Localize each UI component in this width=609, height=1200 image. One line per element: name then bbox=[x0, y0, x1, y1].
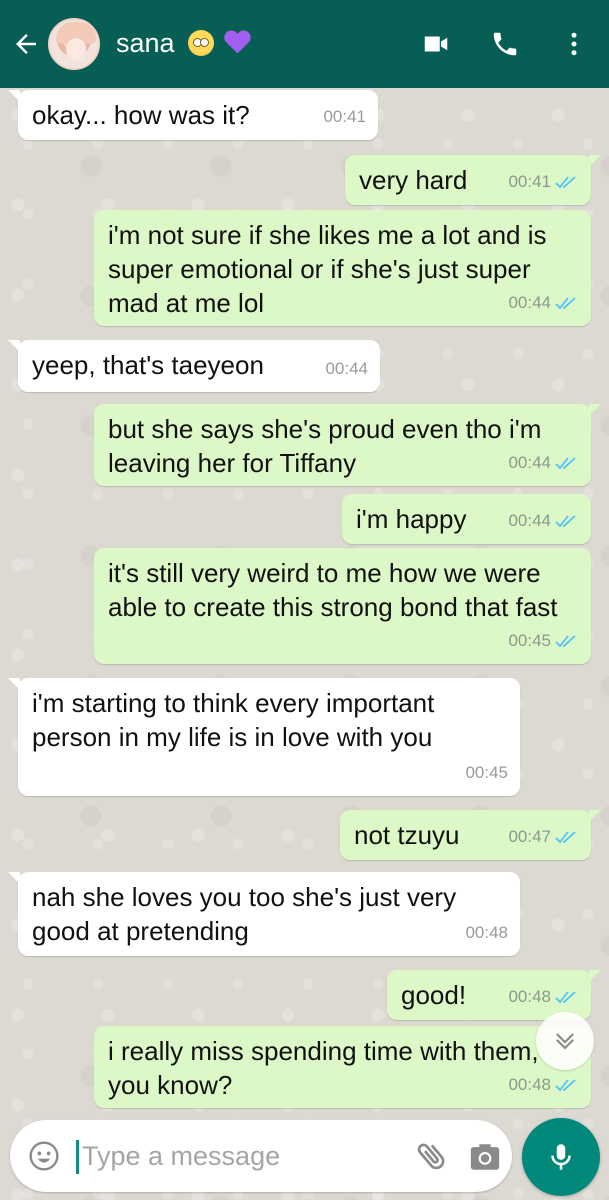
video-call-icon[interactable] bbox=[418, 26, 454, 62]
message-text: i really miss spending time with them, y… bbox=[108, 1036, 539, 1100]
message-meta: 00:44 bbox=[508, 286, 579, 320]
chat-header: sana bbox=[0, 0, 609, 88]
double-check-icon bbox=[555, 515, 576, 528]
outgoing-message[interactable]: i really miss spending time with them, y… bbox=[94, 1026, 591, 1108]
message-time: 00:44 bbox=[508, 453, 551, 472]
message-text: nah she loves you too she's just very go… bbox=[32, 882, 457, 946]
rolling-eyes-emoji-icon bbox=[188, 30, 215, 56]
text-cursor bbox=[76, 1140, 79, 1174]
double-chevron-down-icon bbox=[556, 1033, 574, 1050]
message-meta: 00:48 bbox=[508, 1068, 579, 1102]
message-meta: 00:44 bbox=[508, 446, 579, 480]
back-arrow-icon[interactable] bbox=[8, 26, 44, 62]
voice-call-icon[interactable] bbox=[487, 26, 523, 62]
incoming-message[interactable]: okay... how was it? 00:41 bbox=[8, 90, 378, 140]
microphone-icon bbox=[551, 1144, 571, 1170]
purple-heart-emoji-icon bbox=[224, 31, 250, 55]
message-time: 00:41 bbox=[323, 107, 366, 126]
message-text: i'm not sure if she likes me a lot and i… bbox=[108, 220, 547, 318]
message-text: yeep, that's taeyeon bbox=[32, 350, 264, 380]
incoming-message[interactable]: yeep, that's taeyeon 00:44 bbox=[8, 340, 380, 392]
message-text: it's still very weird to me how we were … bbox=[108, 558, 558, 622]
incoming-message[interactable]: nah she loves you too she's just very go… bbox=[8, 872, 520, 956]
double-check-icon bbox=[555, 297, 576, 310]
message-meta: 00:41 bbox=[508, 165, 579, 199]
incoming-message[interactable]: i'm starting to think every important pe… bbox=[8, 678, 520, 796]
outgoing-message[interactable]: very hard 00:41 bbox=[345, 155, 601, 205]
message-text: i'm starting to think every important pe… bbox=[32, 688, 435, 752]
message-time: 00:48 bbox=[465, 923, 508, 942]
message-time: 00:44 bbox=[508, 511, 551, 530]
more-options-icon[interactable] bbox=[556, 26, 592, 62]
message-input[interactable] bbox=[82, 1138, 402, 1174]
message-time: 00:44 bbox=[325, 359, 368, 378]
emoji-icon[interactable] bbox=[28, 1140, 60, 1172]
message-meta: 00:44 bbox=[508, 504, 579, 538]
contact-avatar[interactable] bbox=[48, 18, 100, 70]
double-check-icon bbox=[555, 831, 576, 844]
message-time: 00:48 bbox=[508, 1075, 551, 1094]
message-composer bbox=[10, 1120, 512, 1192]
message-time: 00:41 bbox=[508, 172, 551, 191]
outgoing-message[interactable]: i'm not sure if she likes me a lot and i… bbox=[94, 210, 591, 326]
contact-name-text: sana bbox=[116, 28, 175, 58]
message-meta: 00:47 bbox=[508, 820, 579, 854]
outgoing-message[interactable]: it's still very weird to me how we were … bbox=[94, 548, 591, 664]
message-meta: 00:48 bbox=[508, 980, 579, 1014]
camera-icon[interactable] bbox=[468, 1140, 502, 1174]
message-text: but she says she's proud even tho i'm le… bbox=[108, 414, 542, 478]
message-time: 00:44 bbox=[508, 293, 551, 312]
message-time: 00:47 bbox=[508, 827, 551, 846]
outgoing-message[interactable]: not tzuyu 00:47 bbox=[340, 810, 601, 860]
scroll-to-bottom-button[interactable] bbox=[536, 1012, 594, 1070]
message-text: okay... how was it? bbox=[32, 100, 250, 130]
double-check-icon bbox=[555, 457, 576, 470]
message-time: 00:45 bbox=[465, 763, 508, 782]
double-check-icon bbox=[555, 176, 576, 189]
double-check-icon bbox=[555, 635, 576, 648]
message-meta: 00:45 bbox=[508, 624, 579, 658]
double-check-icon bbox=[555, 1079, 576, 1092]
message-time: 00:45 bbox=[508, 631, 551, 650]
message-time: 00:48 bbox=[508, 987, 551, 1006]
voice-message-button[interactable] bbox=[522, 1118, 600, 1196]
contact-name[interactable]: sana bbox=[116, 28, 250, 59]
outgoing-message[interactable]: i'm happy 00:44 bbox=[342, 494, 591, 544]
double-check-icon bbox=[555, 991, 576, 1004]
paperclip-icon[interactable] bbox=[414, 1138, 450, 1174]
outgoing-message[interactable]: but she says she's proud even tho i'm le… bbox=[94, 404, 601, 486]
